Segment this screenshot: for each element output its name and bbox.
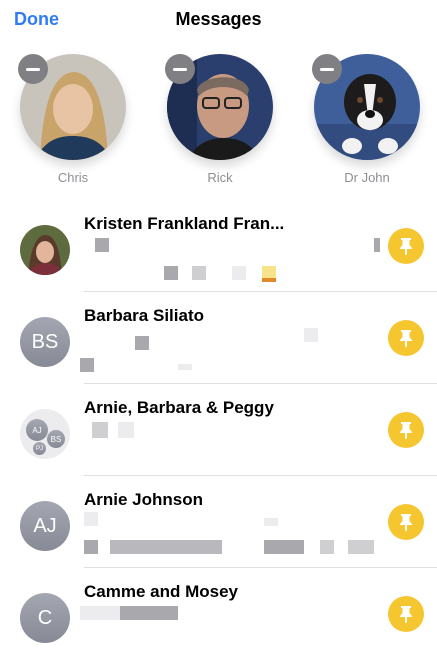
pin-icon [400,330,412,348]
member-avatar: AJ [26,419,48,441]
conversation-name: Arnie Johnson [84,490,204,509]
pin-button[interactable] [388,228,424,264]
navigation-bar: Done Messages [0,0,437,40]
conversation-name: Arnie, Barbara & Peggy [84,398,274,417]
pin-button[interactable] [388,596,424,632]
pinned-name: Rick [207,170,233,185]
group-avatar: AJ BS PJ [20,409,70,459]
pin-icon [400,422,412,440]
remove-pin-button[interactable] [312,54,342,84]
remove-pin-button[interactable] [18,54,48,84]
conversation-name: Kristen Frankland Fran... [84,214,285,233]
pin-icon [400,514,412,532]
remove-pin-button[interactable] [165,54,195,84]
avatar: AJ [20,501,70,551]
pinned-item-chris[interactable]: Chris [18,54,126,185]
page-title: Messages [175,9,262,29]
conversation-row[interactable]: Kristen Frankland Fran... [0,200,437,292]
pinned-item-rick[interactable]: Rick [165,54,273,185]
conversation-row[interactable]: AJ Arnie Johnson [0,476,437,568]
pin-button[interactable] [388,320,424,356]
pin-icon [400,606,412,624]
avatar: BS [20,317,70,367]
pinned-name: Dr John [344,170,390,185]
pinned-conversations: Chris Rick Dr John [0,40,437,190]
member-avatar: PJ [33,442,46,455]
conversation-row[interactable]: AJ BS PJ Arnie, Barbara & Peggy [0,384,437,476]
member-avatar: BS [47,430,65,448]
avatar: C [20,593,70,643]
pin-button[interactable] [388,504,424,540]
pinned-name: Chris [57,170,89,185]
conversation-list: Kristen Frankland Fran... BS Barbara Sil… [0,200,437,660]
conversation-name: Camme and Mosey [84,582,238,601]
pin-button[interactable] [388,412,424,448]
pinned-item-dr-john[interactable]: Dr John [312,54,420,185]
avatar [20,225,70,275]
conversation-row[interactable]: BS Barbara Siliato [0,292,437,384]
pin-icon [400,238,412,256]
conversation-name: Barbara Siliato [84,306,204,325]
conversation-row[interactable]: C Camme and Mosey [0,568,437,660]
